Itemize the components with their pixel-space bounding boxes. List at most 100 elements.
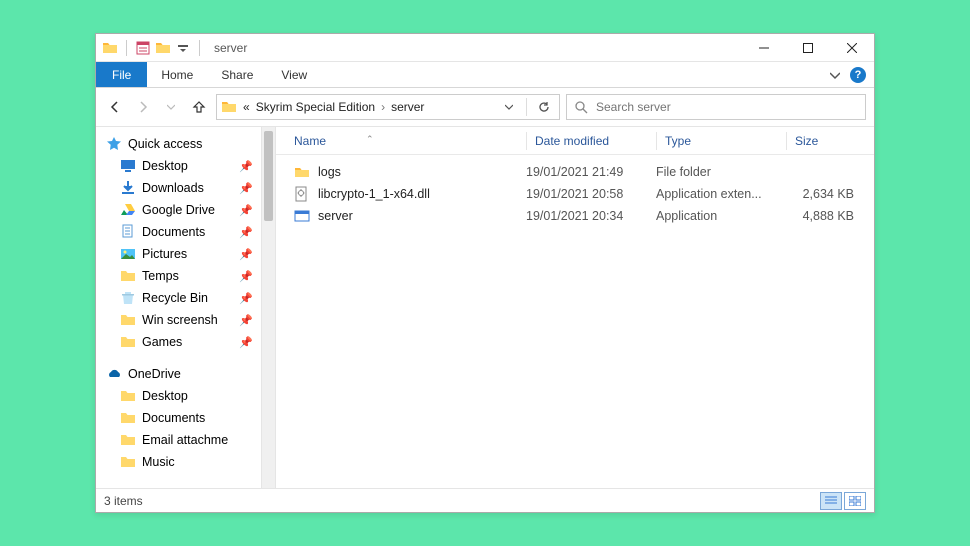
nav-item-downloads[interactable]: Downloads 📌 [104,177,259,199]
quick-access-header[interactable]: Quick access [104,133,259,155]
help-button[interactable]: ? [850,67,866,83]
view-switcher [820,492,866,510]
col-header-type[interactable]: Type [656,132,786,150]
recent-dropdown[interactable] [160,96,182,118]
folder-icon [102,40,118,56]
qat-dropdown-icon[interactable] [175,40,191,56]
pin-icon: 📌 [239,204,257,217]
ribbon-expand-icon[interactable] [830,70,840,80]
tab-file[interactable]: File [96,62,147,87]
title-separator [199,40,200,56]
refresh-button[interactable] [533,96,555,118]
nav-item-temps[interactable]: Temps 📌 [104,265,259,287]
nav-item-gdrive[interactable]: Google Drive 📌 [104,199,259,221]
nav-scrollbar[interactable] [261,127,275,488]
tab-share[interactable]: Share [207,62,267,87]
ribbon: File Home Share View ? [96,62,874,88]
view-details-button[interactable] [820,492,842,510]
forward-button[interactable] [132,96,154,118]
file-row[interactable]: server 19/01/2021 20:34 Application 4,88… [276,205,874,227]
nav-label: Desktop [142,159,188,173]
nav-label: Music [142,455,175,469]
search-input[interactable] [596,100,857,114]
file-name: server [318,209,353,223]
nav-item-recycle[interactable]: Recycle Bin 📌 [104,287,259,309]
col-header-date[interactable]: Date modified [526,132,656,150]
maximize-button[interactable] [786,34,830,62]
folder-icon [120,334,136,350]
address-divider [526,98,527,116]
file-row[interactable]: libcrypto-1_1-x64.dll 19/01/2021 20:58 A… [276,183,874,205]
pin-icon: 📌 [239,182,257,195]
file-row[interactable]: logs 19/01/2021 21:49 File folder [276,161,874,183]
onedrive-icon [106,366,122,382]
view-large-button[interactable] [844,492,866,510]
breadcrumb-part[interactable]: server [391,100,424,114]
pin-icon: 📌 [239,226,257,239]
exe-icon [294,208,310,224]
nav-item-od-desktop[interactable]: Desktop [104,385,259,407]
onedrive-header[interactable]: OneDrive [104,363,259,385]
pin-icon: 📌 [239,270,257,283]
body: Quick access Desktop 📌 Downloads 📌 [96,126,874,488]
nav-row: « Skyrim Special Edition › server [96,88,874,126]
file-type: Application exten... [656,187,786,201]
nav-item-games[interactable]: Games 📌 [104,331,259,353]
tab-home[interactable]: Home [147,62,207,87]
nav-item-od-music[interactable]: Music [104,451,259,473]
nav-label: Google Drive [142,203,215,217]
nav-label: Games [142,335,182,349]
search-icon [575,101,588,114]
pin-icon: 📌 [239,160,257,173]
col-header-name[interactable]: Name ⌃ [276,134,526,148]
pin-icon: 📌 [239,248,257,261]
address-bar[interactable]: « Skyrim Special Edition › server [216,94,560,120]
file-name: logs [318,165,341,179]
col-header-size[interactable]: Size [786,132,866,150]
nav-label: Recycle Bin [142,291,208,305]
pin-icon: 📌 [239,292,257,305]
nav-item-desktop[interactable]: Desktop 📌 [104,155,259,177]
new-folder-icon[interactable] [155,40,171,56]
nav-label: Pictures [142,247,187,261]
explorer-window: server File Home Share View ? « Skyrim S… [95,33,875,513]
nav-item-od-documents[interactable]: Documents [104,407,259,429]
nav-item-winscreensh[interactable]: Win screensh 📌 [104,309,259,331]
tab-view[interactable]: View [267,62,321,87]
properties-icon[interactable] [135,40,151,56]
nav-label: Email attachme [142,433,228,447]
nav-group-quick-access: Quick access Desktop 📌 Downloads 📌 [104,133,259,353]
dll-icon [294,186,310,202]
file-type: Application [656,209,786,223]
file-size: 4,888 KB [786,209,866,223]
scrollbar-thumb[interactable] [264,131,273,221]
gdrive-icon [120,202,136,218]
up-button[interactable] [188,96,210,118]
pictures-icon [120,246,136,262]
nav-tree: Quick access Desktop 📌 Downloads 📌 [96,127,261,488]
nav-item-pictures[interactable]: Pictures 📌 [104,243,259,265]
nav-item-od-email[interactable]: Email attachme [104,429,259,451]
back-button[interactable] [104,96,126,118]
nav-label: OneDrive [128,367,181,381]
address-dropdown[interactable] [498,96,520,118]
desktop-icon [120,158,136,174]
folder-icon [120,454,136,470]
minimize-button[interactable] [742,34,786,62]
navigation-pane: Quick access Desktop 📌 Downloads 📌 [96,127,276,488]
folder-icon [294,164,310,180]
star-icon [106,136,122,152]
chevron-right-icon[interactable]: › [381,100,385,114]
search-box[interactable] [566,94,866,120]
file-list: Name ⌃ Date modified Type Size logs 19/0… [276,127,874,488]
breadcrumb-part[interactable]: Skyrim Special Edition [256,100,375,114]
window-title: server [214,41,247,55]
file-date: 19/01/2021 21:49 [526,165,656,179]
window-controls [742,34,874,62]
close-button[interactable] [830,34,874,62]
nav-item-documents[interactable]: Documents 📌 [104,221,259,243]
file-size: 2,634 KB [786,187,866,201]
qat-separator [126,40,127,56]
folder-icon [120,410,136,426]
status-count: 3 items [104,494,143,508]
